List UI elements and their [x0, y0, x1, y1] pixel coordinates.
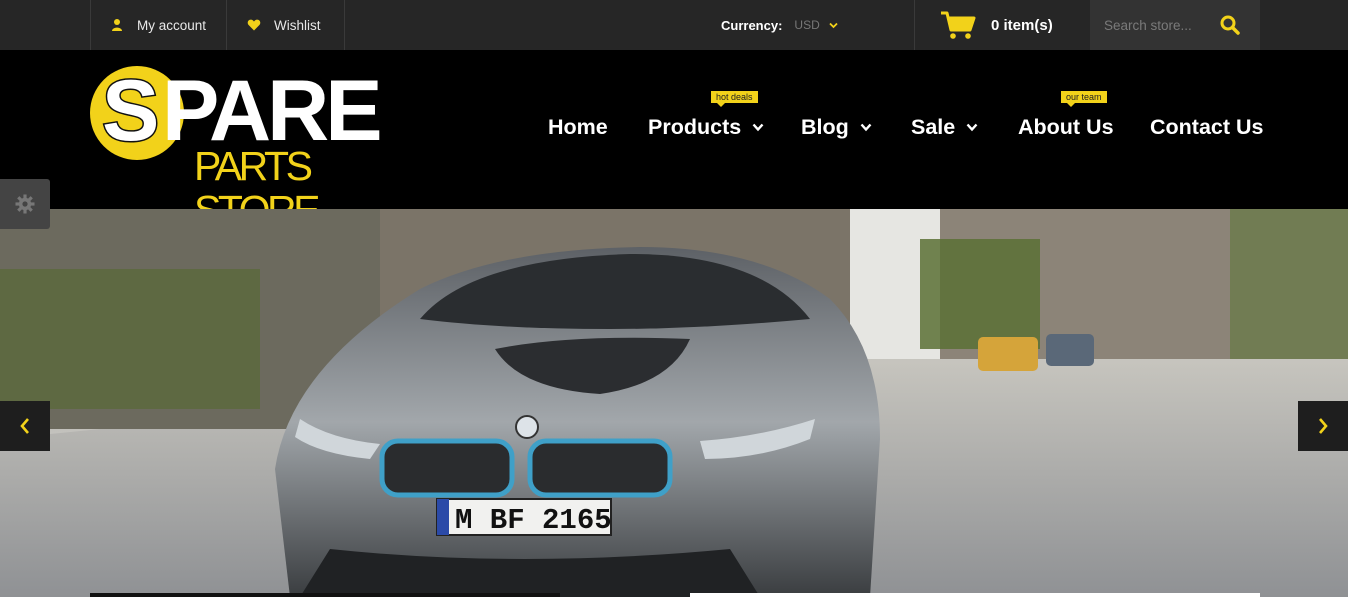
banner-strip-right — [690, 593, 1260, 597]
nav-sale-label: Sale — [911, 115, 956, 139]
hot-deals-badge: hot deals — [711, 91, 758, 107]
cart-count: 0 item(s) — [991, 16, 1053, 34]
nav-about-us[interactable]: About Us — [1018, 115, 1114, 140]
wishlist-link[interactable]: Wishlist — [226, 0, 345, 50]
hero-car-image: M BF 2165 — [0, 209, 1348, 597]
slider-prev-button[interactable] — [0, 401, 50, 451]
settings-toggle[interactable] — [0, 179, 50, 229]
heart-icon — [247, 19, 261, 31]
shopping-cart-icon — [941, 11, 976, 39]
gear-icon — [15, 194, 35, 214]
main-nav: Home hot deals Products Blog Sale our te… — [0, 91, 1348, 145]
banner-strip-left — [90, 593, 560, 597]
currency-value: USD — [794, 18, 820, 32]
nav-contact-us[interactable]: Contact Us — [1150, 115, 1263, 140]
chevron-right-icon — [1319, 418, 1328, 434]
search-icon[interactable] — [1220, 15, 1240, 35]
search-input[interactable] — [1104, 17, 1219, 33]
license-plate-text: M BF 2165 — [455, 504, 612, 537]
cart-button[interactable]: 0 item(s) — [914, 0, 1090, 50]
currency-label: Currency: — [721, 17, 783, 33]
my-account-link[interactable]: My account — [90, 0, 227, 50]
top-bar: My account Wishlist Currency: USD 0 item… — [0, 0, 1348, 50]
search-box — [1090, 0, 1260, 50]
chevron-left-icon — [20, 418, 29, 434]
currency-selector[interactable]: Currency: USD — [703, 0, 915, 50]
slider-next-button[interactable] — [1298, 401, 1348, 451]
chevron-down-icon — [860, 123, 872, 132]
nav-contact-label: Contact Us — [1150, 115, 1264, 139]
wishlist-label: Wishlist — [274, 17, 321, 33]
nav-products-label: Products — [648, 115, 742, 139]
logo-initial: S — [100, 62, 160, 161]
hero-slider[interactable]: M BF 2165 — [0, 209, 1348, 597]
chevron-down-icon — [829, 22, 838, 28]
site-header: S PARE PARTS STORE Home hot deals Produc… — [0, 50, 1348, 232]
nav-sale[interactable]: Sale — [911, 115, 978, 140]
our-team-badge: our team — [1061, 91, 1107, 107]
nav-about-label: About Us — [1018, 115, 1114, 139]
my-account-label: My account — [137, 17, 207, 33]
nav-products[interactable]: Products — [648, 115, 764, 140]
chevron-down-icon — [752, 123, 764, 132]
chevron-down-icon — [966, 123, 978, 132]
nav-blog-label: Blog — [801, 115, 849, 139]
nav-home-label: Home — [548, 115, 608, 139]
nav-blog[interactable]: Blog — [801, 115, 872, 140]
user-icon — [112, 19, 122, 31]
nav-home[interactable]: Home — [548, 115, 608, 140]
